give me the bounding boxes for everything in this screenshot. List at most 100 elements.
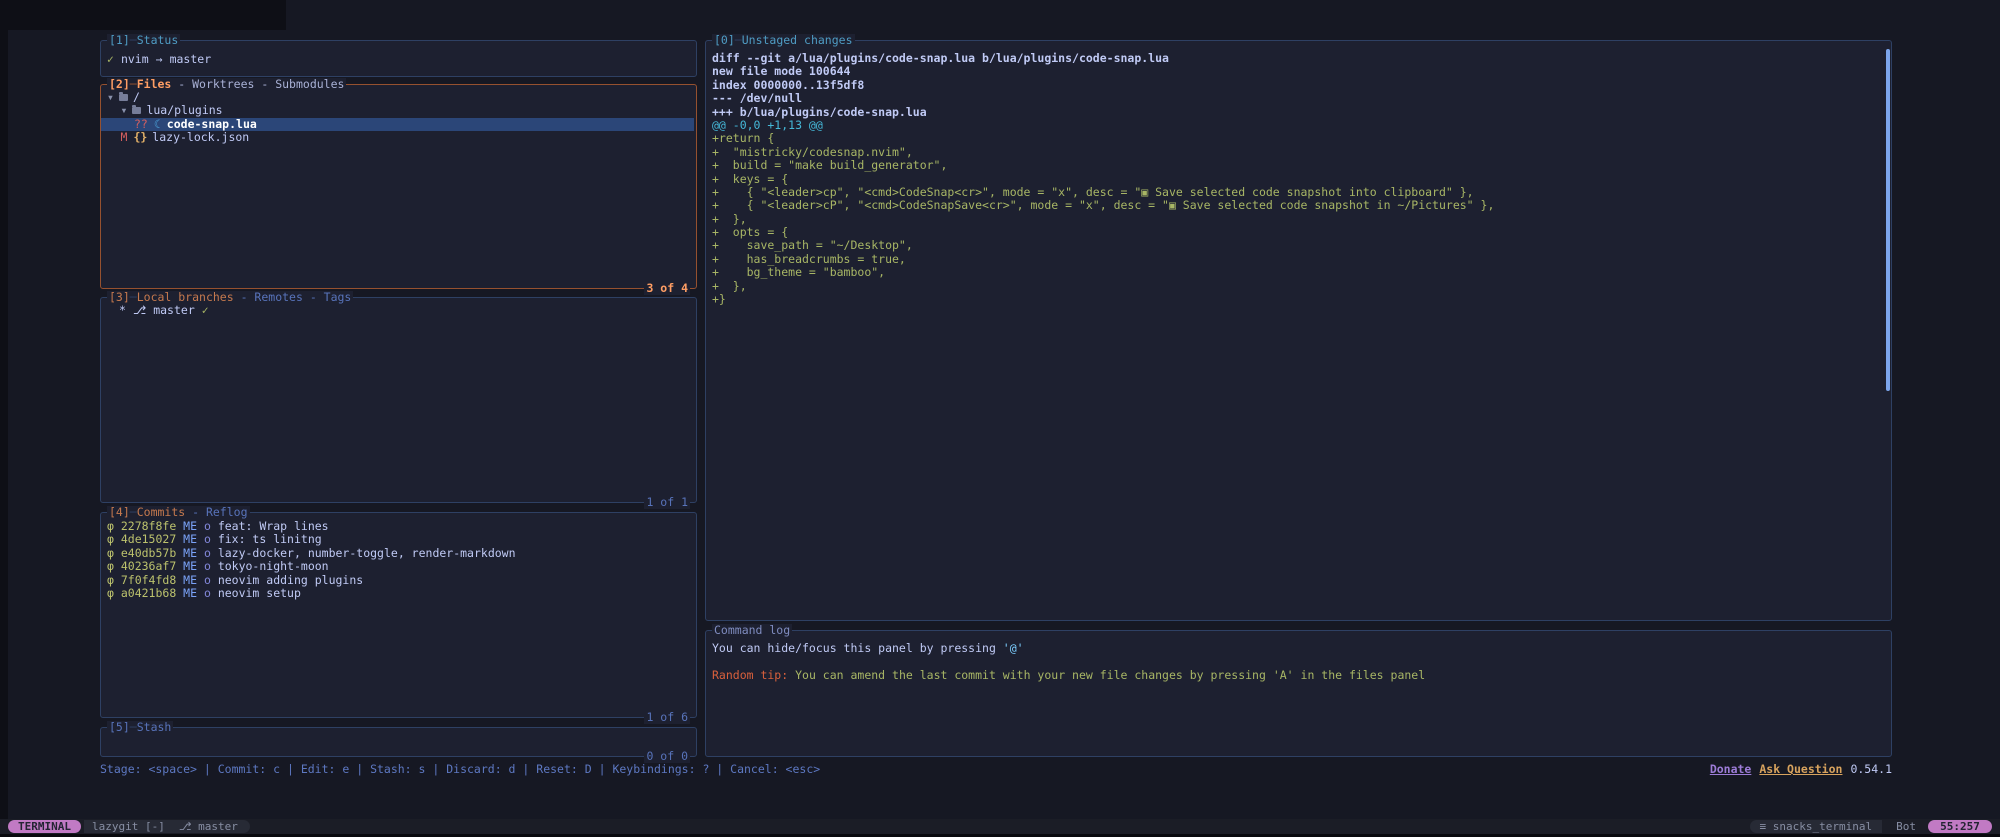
branches-count: 1 of 1 [644,496,690,509]
file-tree: ▾/▾lua/plugins?? ☾ code-snap.luaM{}lazy-lo… [101,91,694,145]
panel-title-part: - Reflog [185,505,247,519]
panel-title-part: ─ [130,505,137,519]
diff-line[interactable]: +return { [712,132,1889,145]
file-name: code-snap.lua [167,117,257,131]
commits-panel-title[interactable]: [4]─Commits - Reflog [107,506,250,519]
donate-link[interactable]: Donate [1710,762,1752,776]
panel-title-part: Stash [137,720,172,734]
lua-file-icon: ☾ [154,117,161,131]
dir-name: lua/plugins [146,103,222,117]
stash-panel[interactable]: [5]─Stash 0 of 0 [100,727,697,757]
diff-line[interactable]: +} [712,293,1889,306]
command-log-hint: You can hide/focus this panel by pressin… [712,642,1889,655]
keybindings-bar: Stage: <space> | Commit: c | Edit: e | S… [100,763,820,776]
diff-line[interactable]: + has_breadcrumbs = true, [712,253,1889,266]
file-tree-dir-row[interactable]: ▾lua/plugins [101,104,694,117]
keybind-hint: Commit: c [218,762,280,776]
diff-line[interactable]: + build = "make build_generator", [712,159,1889,172]
commit-subject: feat: Wrap lines [218,519,329,533]
panel-title-part: Status [137,33,179,47]
diff-line[interactable]: --- /dev/null [712,92,1889,105]
commit-hash: 4de15027 [121,532,183,546]
branches-panel[interactable]: [3]─Local branches - Remotes - Tags *⎇ma… [100,297,697,503]
commit-icon: φ [107,532,121,546]
status-summary-row[interactable]: ✓nvim→master [101,53,694,66]
keybind-hint: Cancel: <esc> [730,762,820,776]
panel-title-part: Local branches [137,290,234,304]
commit-author-badge: ME [183,532,204,546]
diff-line[interactable]: + keys = { [712,173,1889,186]
branch-icon: ⎇ [179,820,192,833]
commit-hash: 2278f8fe [121,519,183,533]
diff-line[interactable]: index 0000000..13f5df8 [712,79,1889,92]
commit-author-badge: ME [183,586,204,600]
git-status-label: ?? [134,117,148,131]
files-panel[interactable]: [2]─Files - Worktrees - Submodules ▾/▾lu… [100,84,697,289]
version-label: 0.54.1 [1850,762,1892,776]
commit-row[interactable]: φ 7f0f4fd8 ME o neovim adding plugins [101,574,694,587]
panel-title-part: [2] [109,77,130,91]
diff-view: diff --git a/lua/plugins/code-snap.lua b… [706,52,1889,306]
commit-row[interactable]: φ a0421b68 ME o neovim setup [101,587,694,600]
branch-name: master [153,303,195,317]
terminal-title-segment: lazygit [-]⎇ master [84,820,250,833]
repo-name: nvim [121,52,149,66]
diff-line[interactable]: + }, [712,213,1889,226]
json-file-icon: {} [133,130,147,144]
file-tree-file-row[interactable]: ?? ☾ code-snap.lua [101,118,694,131]
command-log-panel[interactable]: Command log You can hide/focus this pane… [705,630,1892,757]
diff-line[interactable]: +++ b/lua/plugins/code-snap.lua [712,106,1889,119]
commit-node-icon: o [204,519,218,533]
commit-icon: φ [107,559,121,573]
diff-line[interactable]: + bg_theme = "bamboo", [712,266,1889,279]
status-panel[interactable]: [1]─Status ✓nvim→master [100,40,697,77]
keybind-hint: Discard: d [446,762,515,776]
command-log-title: Command log [712,624,792,637]
ask-question-link[interactable]: Ask Question [1759,762,1842,776]
folder-icon [132,107,141,114]
file-tree-dir-row[interactable]: ▾/ [101,91,694,104]
commit-author-badge: ME [183,573,204,587]
diff-scrollbar[interactable] [1886,49,1890,391]
diff-line[interactable]: + { "<leader>cp", "<cmd>CodeSnap<cr>", m… [712,186,1889,199]
panel-title-part: ─ [130,77,137,91]
commit-icon: φ [107,573,121,587]
keybind-separator: | [515,762,536,776]
commit-node-icon: o [204,546,218,560]
diff-line[interactable]: @@ -0,0 +1,13 @@ [712,119,1889,132]
branch-row[interactable]: *⎇master✓ [101,304,694,317]
file-tree-file-row[interactable]: M{}lazy-lock.json [101,131,694,144]
unstaged-changes-panel[interactable]: [0]─Unstaged changes diff --git a/lua/pl… [705,40,1892,621]
keybind-hint: Reset: D [536,762,591,776]
commit-node-icon: o [204,559,218,573]
diff-line[interactable]: + { "<leader>cP", "<cmd>CodeSnapSave<cr>… [712,199,1889,212]
commits-panel[interactable]: [4]─Commits - Reflog φ 2278f8fe ME o fea… [100,512,697,718]
mode-badge: TERMINAL [8,820,81,833]
keybind-separator: | [709,762,730,776]
commit-row[interactable]: φ 2278f8fe ME o feat: Wrap lines [101,520,694,533]
keybind-separator: | [425,762,446,776]
diff-line[interactable]: + "mistricky/codesnap.nvim", [712,146,1889,159]
panel-title-part: [3] [109,290,130,304]
panel-title-part: Commits [137,505,185,519]
commit-subject: tokyo-night-moon [218,559,329,573]
panel-title-part: - Remotes - Tags [234,290,352,304]
diff-line[interactable]: diff --git a/lua/plugins/code-snap.lua b… [712,52,1889,65]
diff-line[interactable]: + opts = { [712,226,1889,239]
files-panel-title[interactable]: [2]─Files - Worktrees - Submodules [107,78,346,91]
panel-title-part: [0] [714,33,735,47]
diff-line[interactable]: + }, [712,280,1889,293]
diff-line[interactable]: new file mode 100644 [712,65,1889,78]
unstaged-panel-title: [0]─Unstaged changes [712,34,855,47]
checked-out-marker: * [119,303,126,317]
commit-row[interactable]: φ 4de15027 ME o fix: ts linitng [101,533,694,546]
diff-line[interactable]: + save_path = "~/Desktop", [712,239,1889,252]
commit-row[interactable]: φ 40236af7 ME o tokyo-night-moon [101,560,694,573]
list-icon: ≡ [1760,820,1767,833]
commit-author-badge: ME [183,559,204,573]
panel-title-part: Files [137,77,172,91]
buffer-segment: ≡ snacks_terminal [1750,820,1883,833]
panel-title-part: [5] [109,720,130,734]
commit-row[interactable]: φ e40db57b ME o lazy-docker, number-togg… [101,547,694,560]
nvim-statusline: TERMINAL lazygit [-]⎇ master ≡ snacks_te… [0,819,2000,834]
